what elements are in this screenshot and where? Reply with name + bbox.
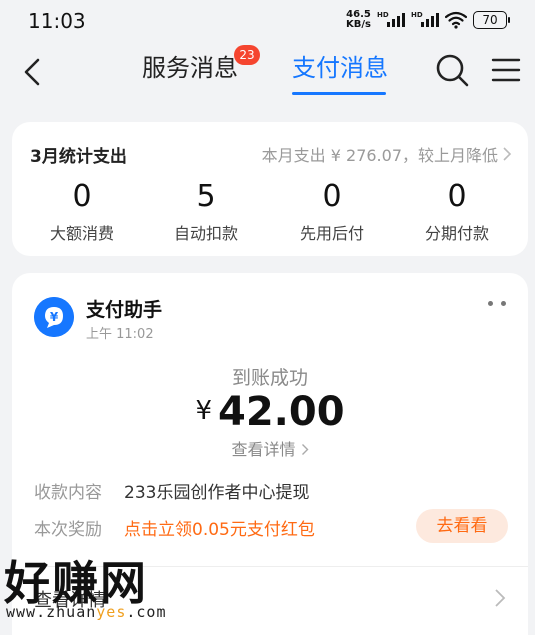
unread-badge: 23 <box>234 45 260 65</box>
more-icon[interactable] <box>488 301 506 309</box>
signal-icon: HD <box>411 11 439 27</box>
back-icon[interactable] <box>18 52 50 92</box>
monthly-stats-card[interactable]: 3月统计支出 本月支出 ¥ 276.07，较上月降低 0 大额消费 5 自动扣款… <box>12 122 528 256</box>
status-bar: 11:03 46.5 KB/s HD HD 70 <box>0 0 535 44</box>
go-see-button[interactable]: 去看看 <box>416 509 508 543</box>
stat-label: 大额消费 <box>49 224 114 243</box>
stat-value: 0 <box>447 179 467 214</box>
content-label: 收款内容 <box>34 483 102 503</box>
reward-row: 本次奖励 点击立领0.05元支付红包 <box>34 515 315 540</box>
stats-title: 3月统计支出 <box>30 147 127 167</box>
signal-icon: HD <box>377 11 405 27</box>
wifi-icon <box>445 11 467 29</box>
stat-label: 自动扣款 <box>173 224 238 243</box>
status-time: 11:03 <box>28 9 86 33</box>
view-details-link[interactable]: 查看详情 <box>12 436 528 460</box>
receipt-content-row: 收款内容 233乐园创作者中心提现 <box>34 478 309 503</box>
divider <box>34 566 528 567</box>
currency-symbol: ¥ <box>195 396 212 426</box>
stat-value: 0 <box>72 179 92 214</box>
chevron-right-icon <box>301 444 309 455</box>
transfer-status: 到账成功 <box>231 367 308 389</box>
stat-large-spending[interactable]: 0 大额消费 <box>22 180 142 244</box>
chevron-right-icon[interactable] <box>494 588 506 608</box>
footer-view-details[interactable]: 查看详情 <box>34 586 106 612</box>
assistant-icon: ¥ <box>34 297 74 337</box>
menu-icon[interactable] <box>490 56 522 84</box>
stat-installments[interactable]: 0 分期付款 <box>397 180 517 244</box>
search-icon[interactable] <box>434 52 470 88</box>
tab-payment-messages[interactable]: 支付消息 <box>292 52 388 88</box>
amount-display: ¥42.00 <box>12 389 528 435</box>
stat-auto-deduction[interactable]: 5 自动扣款 <box>146 180 266 244</box>
battery-icon: 70 <box>473 11 510 29</box>
stats-summary-link[interactable]: 本月支出 ¥ 276.07，较上月降低 <box>262 142 512 166</box>
chevron-right-icon <box>503 147 512 161</box>
active-tab-indicator <box>292 92 386 95</box>
stat-value: 0 <box>322 179 342 214</box>
message-time: 上午 11:02 <box>86 327 154 342</box>
sender-name: 支付助手 <box>86 299 163 321</box>
reward-label: 本次奖励 <box>34 520 102 540</box>
header: 服务消息 23 支付消息 <box>0 44 535 100</box>
tab-service-messages[interactable]: 服务消息 <box>142 52 238 88</box>
stat-value: 5 <box>196 179 216 214</box>
stats-summary-text: 本月支出 ¥ 276.07，较上月降低 <box>261 146 498 165</box>
content-value: 233乐园创作者中心提现 <box>124 483 310 503</box>
network-speed: 46.5 KB/s <box>346 9 371 30</box>
reward-link[interactable]: 点击立领0.05元支付红包 <box>124 515 315 540</box>
stat-pay-later[interactable]: 0 先用后付 <box>272 180 392 244</box>
stat-label: 先用后付 <box>299 224 364 243</box>
stat-label: 分期付款 <box>424 224 489 243</box>
payment-message-card[interactable]: ¥ 支付助手 上午 11:02 到账成功 ¥42.00 查看详情 收款内容 23… <box>12 273 528 635</box>
svg-text:¥: ¥ <box>50 310 59 324</box>
status-icons: 46.5 KB/s HD HD 70 <box>346 9 510 30</box>
amount-value: 42.00 <box>218 389 345 435</box>
